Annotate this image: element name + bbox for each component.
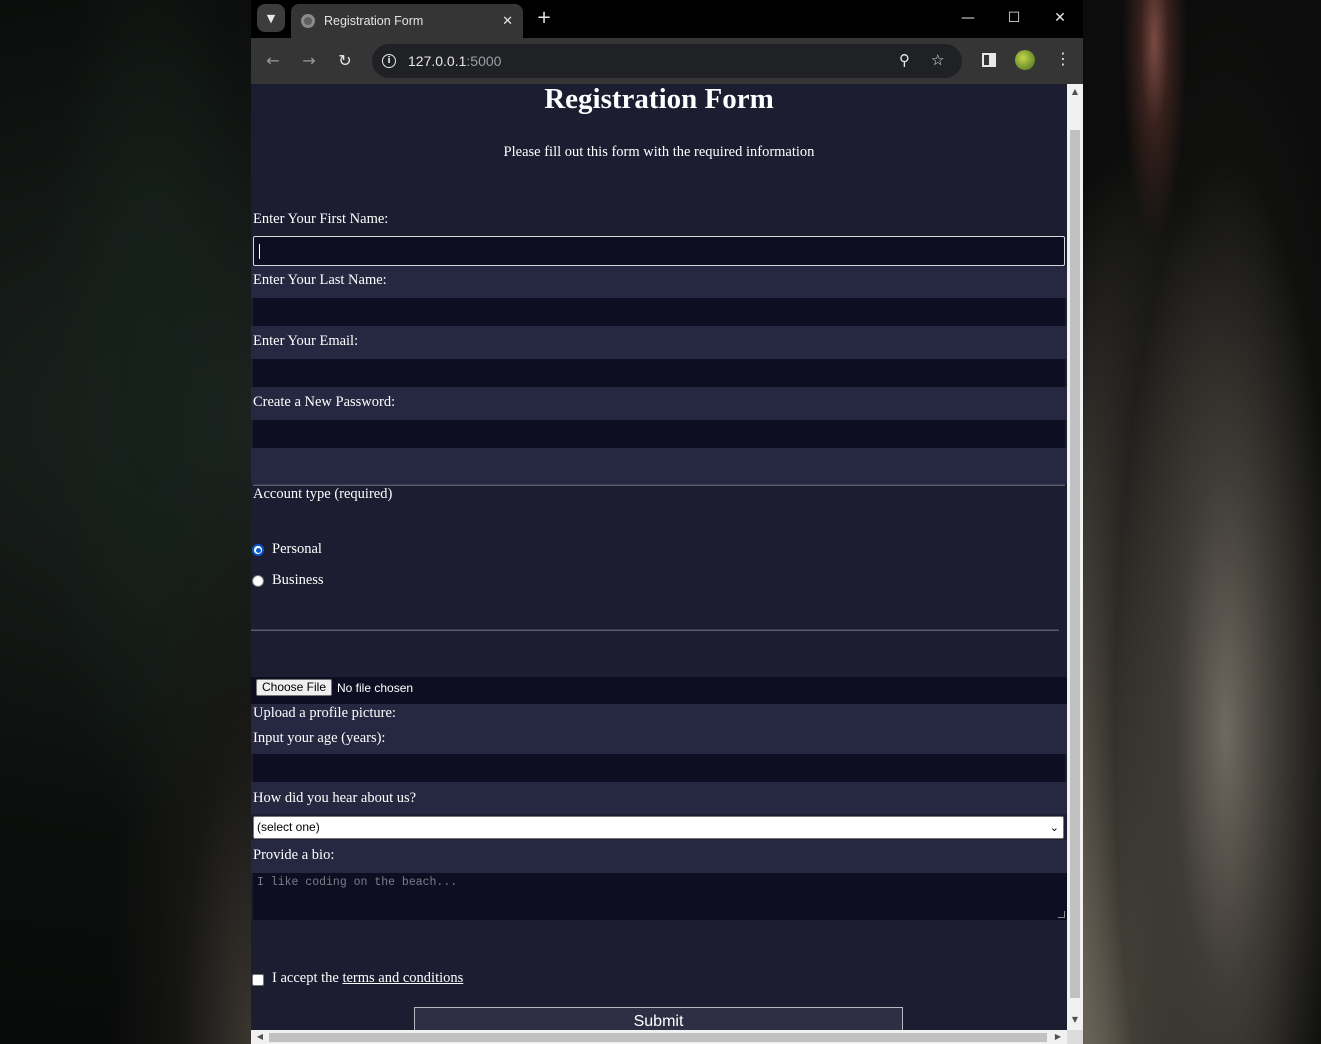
vertical-scroll-thumb[interactable] [1070, 130, 1080, 998]
referral-select[interactable]: (select one) ⌄ [253, 816, 1064, 839]
menu-icon[interactable]: ⋮ [1055, 49, 1071, 68]
favicon-icon [301, 14, 315, 28]
side-panel-icon[interactable] [982, 53, 996, 67]
terms-link[interactable]: terms and conditions [342, 970, 463, 986]
info-icon[interactable]: i [382, 54, 396, 68]
horizontal-scrollbar[interactable]: ◀ ▶ [251, 1030, 1067, 1044]
radio-business[interactable] [252, 575, 264, 587]
radio-business-label: Business [272, 572, 324, 588]
email-input[interactable] [253, 359, 1065, 387]
terms-label: I accept the terms and conditions [272, 969, 463, 987]
first-name-label: Enter Your First Name: [253, 211, 389, 227]
password-label: Create a New Password: [253, 394, 396, 410]
page-subtitle: Please fill out this form with the requi… [503, 144, 815, 160]
age-input[interactable] [253, 754, 1065, 782]
minimize-icon[interactable]: — [953, 6, 983, 30]
page-title: Registration Form [544, 84, 774, 115]
password-spacer [251, 448, 1067, 484]
star-icon[interactable]: ☆ [931, 51, 944, 69]
email-row [251, 326, 1067, 359]
scrollbar-corner [1067, 1030, 1083, 1044]
choose-file-button[interactable]: Choose File [256, 679, 332, 696]
radio-personal[interactable] [252, 544, 264, 556]
tab-close-icon[interactable]: ✕ [502, 14, 513, 29]
scroll-up-icon[interactable]: ▲ [1067, 84, 1083, 100]
chevron-down-icon: ⌄ [1049, 821, 1059, 834]
bio-placeholder: I like coding on the beach... [257, 876, 458, 889]
text-caret [259, 244, 260, 259]
scroll-left-icon[interactable]: ◀ [253, 1030, 267, 1044]
scroll-down-icon[interactable]: ▼ [1067, 1012, 1083, 1028]
back-icon[interactable]: ← [261, 49, 285, 73]
page-viewport: Registration Form Please fill out this f… [251, 84, 1067, 1030]
browser-tab[interactable]: Registration Form ✕ [291, 4, 523, 38]
reload-icon[interactable]: ↻ [333, 49, 357, 73]
last-name-input[interactable] [253, 298, 1065, 326]
address-bar[interactable]: i 127.0.0.1:5000 ⚲ ☆ [372, 44, 962, 78]
terms-checkbox[interactable] [252, 974, 264, 986]
desktop-wallpaper-right [1083, 0, 1321, 1044]
new-tab-icon[interactable]: + [534, 6, 554, 30]
profile-avatar[interactable] [1015, 50, 1035, 70]
profile-picture-label: Upload a profile picture: [253, 705, 396, 721]
bio-textarea[interactable]: I like coding on the beach... [253, 873, 1067, 920]
divider [251, 629, 1059, 631]
first-name-input[interactable] [253, 236, 1065, 266]
submit-button[interactable]: Submit [414, 1007, 903, 1030]
age-label: Input your age (years): [253, 730, 386, 746]
vertical-scrollbar[interactable]: ▲ ▼ [1067, 84, 1083, 1030]
bio-row [251, 840, 1067, 873]
account-type-label: Account type (required) [253, 486, 393, 502]
title-bar: ▼ Registration Form ✕ + — ☐ ✕ [251, 0, 1083, 38]
resize-handle-icon[interactable] [1058, 911, 1065, 918]
referral-label: How did you hear about us? [253, 790, 417, 806]
referral-selected-value: (select one) [257, 820, 320, 834]
bio-label: Provide a bio: [253, 847, 335, 863]
desktop-wallpaper-left [0, 0, 251, 1044]
file-status: No file chosen [337, 681, 414, 695]
last-name-label: Enter Your Last Name: [253, 272, 387, 288]
close-window-icon[interactable]: ✕ [1045, 6, 1075, 30]
tab-search-icon[interactable]: ▼ [257, 4, 285, 32]
tab-title: Registration Form [324, 14, 424, 28]
scroll-right-icon[interactable]: ▶ [1051, 1030, 1065, 1044]
maximize-icon[interactable]: ☐ [999, 6, 1029, 30]
browser-window: ▼ Registration Form ✕ + — ☐ ✕ ← → ↻ i 12… [251, 0, 1083, 1044]
email-label: Enter Your Email: [253, 333, 359, 349]
terms-prefix: I accept the [272, 970, 343, 986]
password-input[interactable] [253, 420, 1065, 448]
zoom-icon[interactable]: ⚲ [899, 51, 910, 69]
horizontal-scroll-thumb[interactable] [269, 1033, 1047, 1042]
url-port: :5000 [466, 53, 502, 69]
radio-personal-label: Personal [272, 541, 322, 557]
forward-icon[interactable]: → [297, 49, 321, 73]
url-host: 127.0.0.1 [408, 53, 467, 69]
browser-toolbar: ← → ↻ i 127.0.0.1:5000 ⚲ ☆ ⋮ [251, 38, 1083, 84]
